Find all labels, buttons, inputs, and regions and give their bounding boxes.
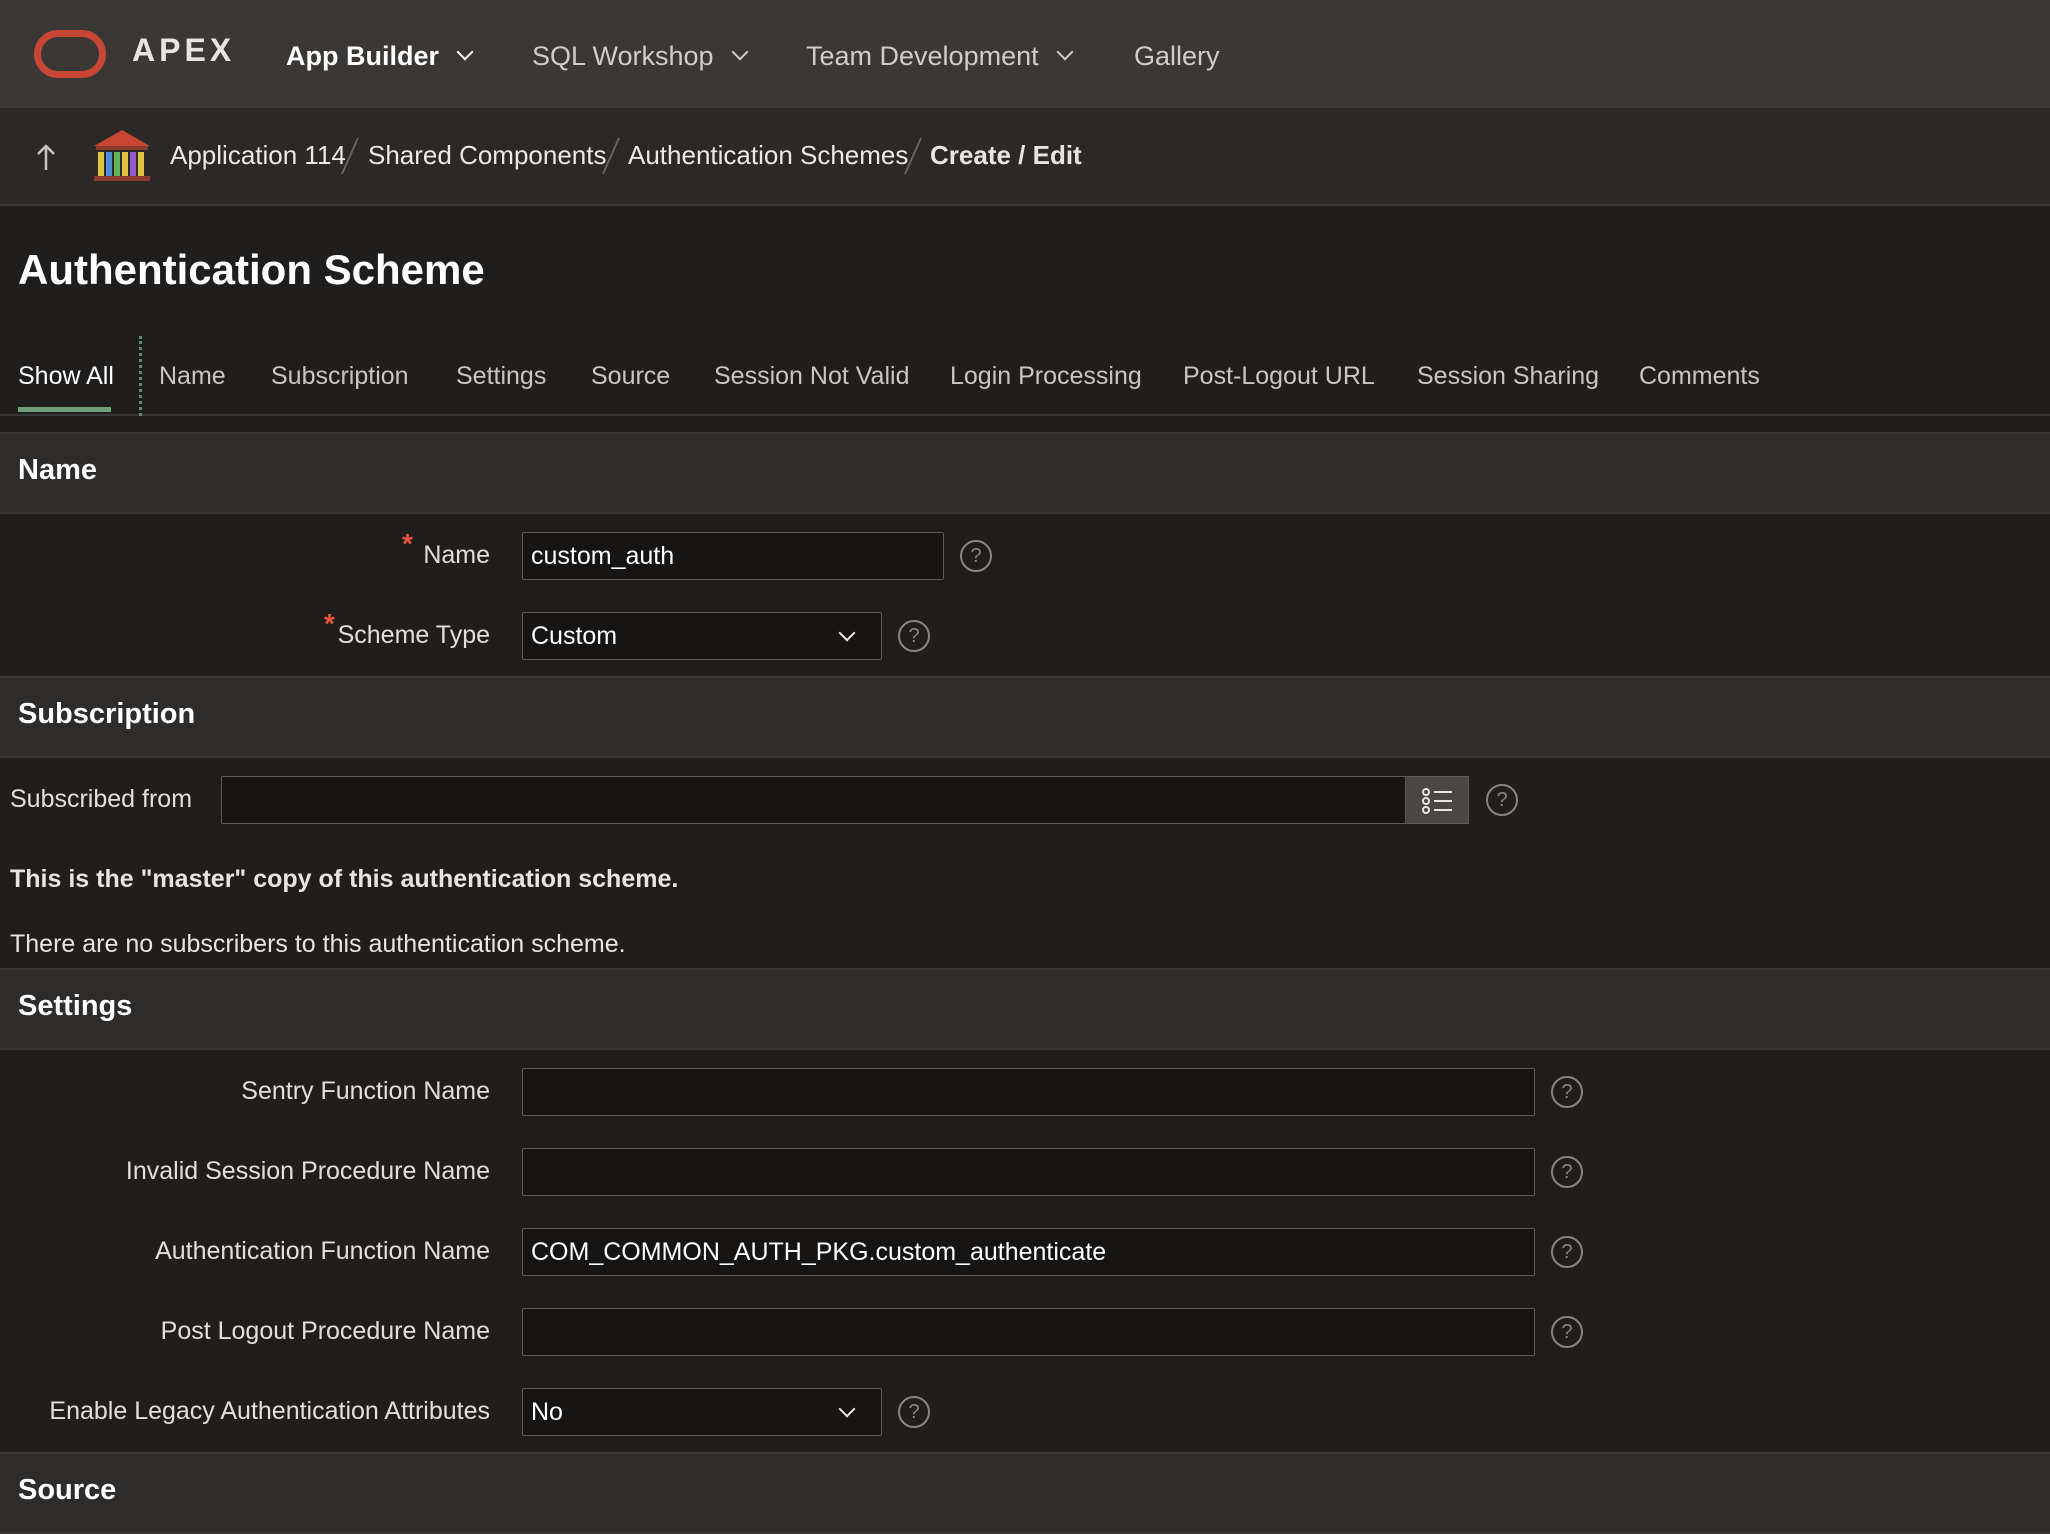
tab-subscription[interactable]: Subscription [271, 362, 409, 391]
invalid-session-label: Invalid Session Procedure Name [125, 1157, 490, 1185]
section-tabs: Show All Name Subscription Settings Sour… [0, 330, 2050, 416]
chevron-down-icon [1056, 43, 1074, 61]
chevron-down-icon [838, 624, 856, 642]
help-icon[interactable]: ? [1486, 784, 1518, 816]
invalid-session-input[interactable] [522, 1148, 1535, 1196]
required-indicator: * [324, 608, 335, 639]
tab-post-logout-url[interactable]: Post-Logout URL [1183, 362, 1375, 391]
auth-function-label: Authentication Function Name [155, 1237, 490, 1265]
help-icon[interactable]: ? [1551, 1236, 1583, 1268]
arrow-up-icon[interactable] [34, 142, 58, 174]
section-header-subscription: Subscription [0, 676, 2050, 758]
application-icon[interactable] [92, 128, 152, 182]
help-icon[interactable]: ? [1551, 1316, 1583, 1348]
nav-team-development-label: Team Development [806, 40, 1039, 71]
section-header-name: Name [0, 432, 2050, 514]
chevron-down-icon [456, 43, 474, 61]
tab-session-not-valid[interactable]: Session Not Valid [714, 362, 909, 391]
breadcrumb-current: Create / Edit [930, 140, 1082, 170]
tab-login-processing[interactable]: Login Processing [950, 362, 1142, 391]
legacy-attributes-value: No [531, 1397, 563, 1426]
tab-settings[interactable]: Settings [456, 362, 546, 391]
tab-show-all[interactable]: Show All [18, 362, 114, 391]
subscribed-from-input[interactable] [221, 776, 1407, 824]
section-title-subscription: Subscription [18, 698, 196, 730]
help-icon[interactable]: ? [898, 620, 930, 652]
section-header-source: Source [0, 1452, 2050, 1534]
tab-session-sharing[interactable]: Session Sharing [1417, 362, 1599, 391]
master-copy-notice: This is the "master" copy of this authen… [10, 865, 679, 893]
active-tab-indicator [18, 407, 111, 412]
scheme-type-label: Scheme Type [337, 621, 490, 649]
list-of-values-button[interactable] [1405, 776, 1469, 824]
help-icon[interactable]: ? [960, 540, 992, 572]
chevron-down-icon [731, 43, 749, 61]
nav-gallery-label: Gallery [1134, 40, 1220, 71]
section-title-source: Source [18, 1474, 117, 1506]
tab-divider [139, 336, 142, 416]
chevron-down-icon [838, 1400, 856, 1418]
breadcrumb-shared-components[interactable]: Shared Components [368, 140, 606, 171]
tab-source[interactable]: Source [591, 362, 670, 391]
sentry-function-input[interactable] [522, 1068, 1535, 1116]
apex-logo-text[interactable]: APEX [132, 32, 235, 69]
nav-gallery[interactable]: Gallery [1134, 36, 1220, 76]
list-icon [1422, 788, 1452, 814]
required-indicator: * [402, 528, 413, 559]
scheme-type-value: Custom [531, 621, 618, 650]
legacy-attributes-label: Enable Legacy Authentication Attributes [49, 1397, 490, 1425]
section-header-settings: Settings [0, 968, 2050, 1050]
nav-sql-workshop-label: SQL Workshop [532, 40, 714, 71]
post-logout-label: Post Logout Procedure Name [160, 1317, 490, 1345]
nav-sql-workshop[interactable]: SQL Workshop [532, 36, 749, 76]
nav-team-development[interactable]: Team Development [806, 36, 1074, 76]
nav-app-builder-label: App Builder [286, 40, 439, 71]
post-logout-input[interactable] [522, 1308, 1535, 1356]
scheme-type-select[interactable]: Custom [522, 612, 882, 660]
section-title-settings: Settings [18, 990, 133, 1022]
breadcrumb-application[interactable]: Application 114 [170, 140, 346, 171]
help-icon[interactable]: ? [898, 1396, 930, 1428]
top-navigation-bar: APEX App Builder SQL Workshop Team Devel… [0, 0, 2050, 108]
help-icon[interactable]: ? [1551, 1156, 1583, 1188]
sentry-function-label: Sentry Function Name [241, 1077, 490, 1105]
name-input[interactable] [522, 532, 944, 580]
legacy-attributes-select[interactable]: No [522, 1388, 882, 1436]
section-title-name: Name [18, 454, 97, 486]
auth-function-input[interactable] [522, 1228, 1535, 1276]
help-icon[interactable]: ? [1551, 1076, 1583, 1108]
nav-app-builder[interactable]: App Builder [286, 36, 474, 76]
subscribed-from-label: Subscribed from [10, 785, 193, 813]
tab-name[interactable]: Name [159, 362, 226, 391]
page-title: Authentication Scheme [18, 246, 485, 293]
name-label: Name [423, 541, 490, 569]
oracle-logo-icon[interactable] [34, 30, 106, 78]
no-subscribers-notice: There are no subscribers to this authent… [10, 930, 626, 958]
tab-comments[interactable]: Comments [1639, 362, 1760, 391]
breadcrumb-authentication-schemes[interactable]: Authentication Schemes [628, 140, 908, 171]
